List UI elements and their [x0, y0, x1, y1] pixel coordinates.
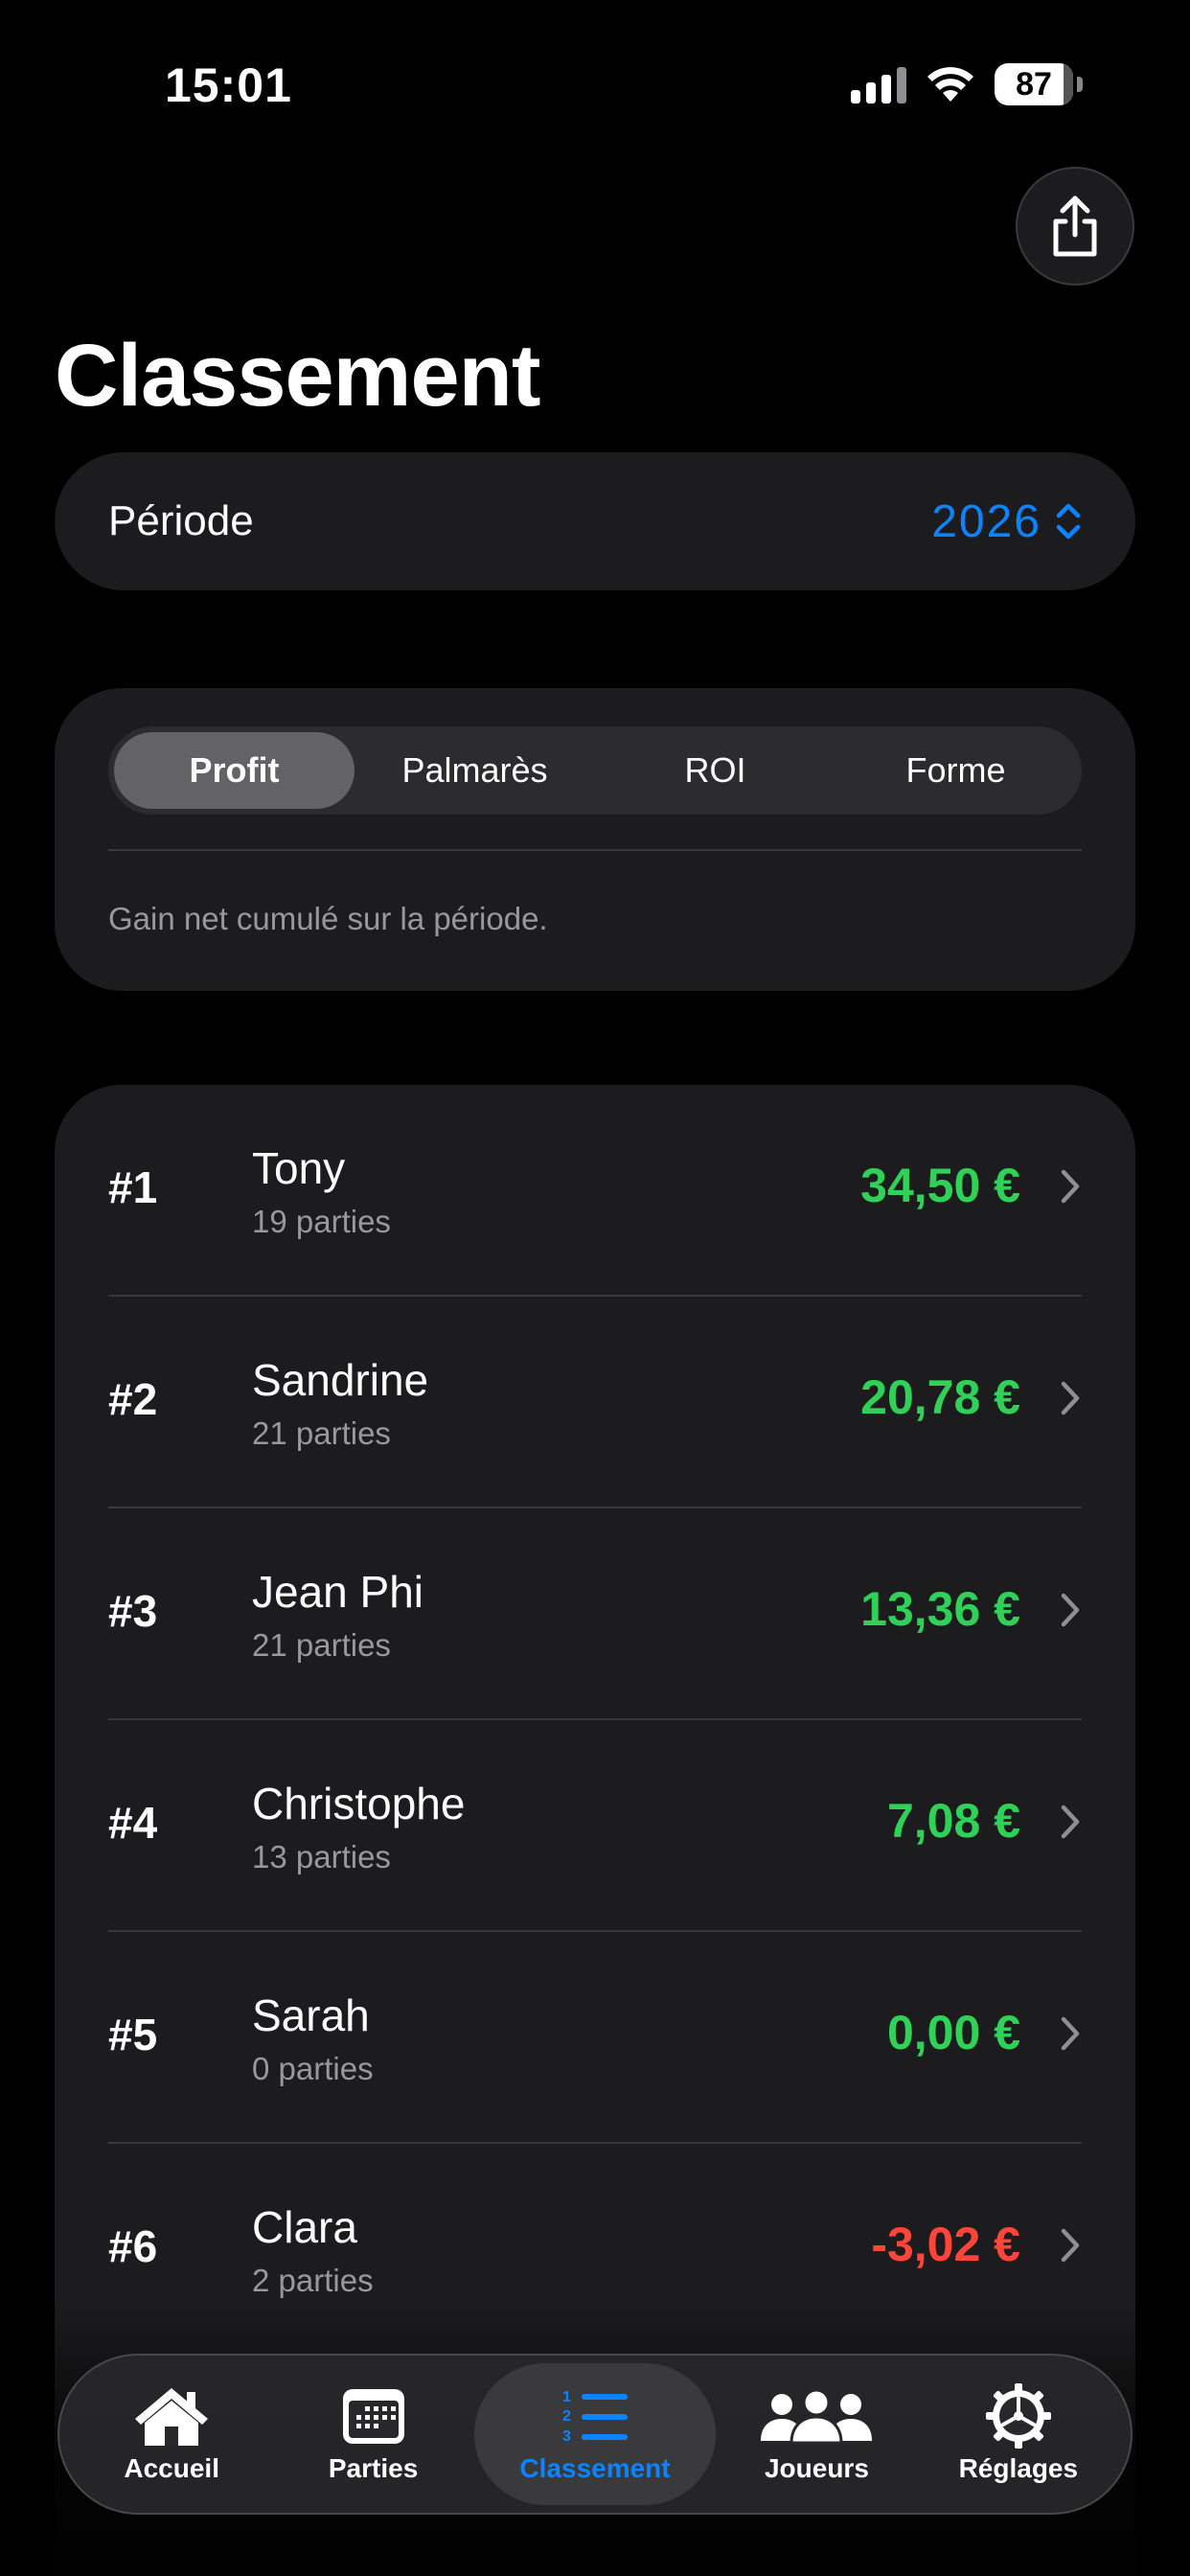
- tab-label: Accueil: [124, 2453, 219, 2483]
- status-indicators: 87: [851, 63, 1083, 105]
- games-count: 19 parties: [252, 1204, 391, 1239]
- chevron-right-icon: [1061, 1593, 1080, 1627]
- period-year: 2026: [931, 495, 1041, 547]
- metric-segmented-control: Profit Palmarès ROI Forme: [108, 726, 1082, 815]
- rank: #2: [108, 1374, 158, 1424]
- rank: #6: [108, 2221, 158, 2271]
- period-value[interactable]: 2026: [931, 495, 1082, 548]
- ranking-row[interactable]: #5 Sarah 0 parties 0,00 €: [55, 1932, 1135, 2144]
- tab-accueil[interactable]: Accueil: [71, 2363, 272, 2505]
- battery-icon: 87: [995, 63, 1083, 105]
- app-screen: 15:01 87 Classement Période 2026 Profit …: [0, 0, 1190, 2576]
- player-name: Tony: [252, 1143, 346, 1193]
- tab-classement[interactable]: 1 2 3 Classement: [473, 2363, 717, 2505]
- rank: #5: [108, 2010, 158, 2059]
- metric-description: Gain net cumulé sur la période.: [108, 901, 548, 936]
- tab-bar: Accueil Parties 1 2 3 Classement Joueurs R…: [57, 2354, 1133, 2515]
- tab-reglages[interactable]: Réglages: [918, 2363, 1119, 2505]
- tab-label: Joueurs: [764, 2453, 869, 2483]
- numbered-list-icon: 1 2 3: [562, 2389, 629, 2445]
- ranking-row[interactable]: #1 Tony 19 parties 34,50 €: [55, 1085, 1135, 1297]
- player-name: Christophe: [252, 1779, 466, 1828]
- rank: #3: [108, 1586, 158, 1636]
- games-count: 21 parties: [252, 1415, 391, 1451]
- segment-profit[interactable]: Profit: [114, 732, 355, 809]
- ranking-row[interactable]: #2 Sandrine 21 parties 20,78 €: [55, 1297, 1135, 1508]
- profit-amount: 7,08 €: [886, 1794, 1020, 1848]
- rank: #4: [108, 1798, 158, 1848]
- profit-amount: 13,36 €: [860, 1582, 1020, 1636]
- period-label: Période: [108, 497, 254, 544]
- games-count: 2 parties: [252, 2263, 374, 2298]
- divider: [108, 849, 1082, 851]
- tab-label: Réglages: [958, 2453, 1079, 2483]
- games-count: 0 parties: [252, 2051, 374, 2086]
- share-icon: [1053, 196, 1097, 257]
- page-title: Classement: [55, 327, 540, 425]
- rank: #1: [108, 1162, 158, 1212]
- chevron-right-icon: [1061, 2016, 1080, 2051]
- player-name: Jean Phi: [252, 1567, 424, 1617]
- cellular-signal-icon: [851, 65, 906, 104]
- svg-text:1: 1: [562, 2389, 571, 2405]
- battery-level: 87: [1016, 65, 1052, 103]
- people-icon: [761, 2388, 873, 2445]
- player-name: Sarah: [252, 1990, 370, 2040]
- tab-label: Classement: [519, 2453, 671, 2483]
- games-count: 21 parties: [252, 1627, 391, 1663]
- player-name: Clara: [252, 2202, 357, 2252]
- gear-icon: [985, 2383, 1051, 2449]
- segment-palmares[interactable]: Palmarès: [355, 732, 595, 809]
- profit-amount: 34,50 €: [860, 1159, 1020, 1212]
- profit-amount: -3,02 €: [871, 2218, 1020, 2271]
- segment-forme[interactable]: Forme: [835, 732, 1076, 809]
- tab-joueurs[interactable]: Joueurs: [716, 2363, 917, 2505]
- profit-amount: 20,78 €: [860, 1370, 1020, 1424]
- profit-amount: 0,00 €: [886, 2006, 1020, 2059]
- games-count: 13 parties: [252, 1839, 391, 1874]
- ranking-row[interactable]: #4 Christophe 13 parties 7,08 €: [55, 1720, 1135, 1932]
- tab-parties[interactable]: Parties: [272, 2363, 473, 2505]
- status-time: 15:01: [165, 58, 292, 112]
- wifi-icon: [927, 67, 973, 102]
- player-name: Sandrine: [252, 1355, 429, 1405]
- chevron-right-icon: [1061, 1805, 1080, 1839]
- share-button[interactable]: [1016, 167, 1134, 286]
- period-selector[interactable]: Période 2026: [55, 452, 1135, 590]
- chevron-right-icon: [1061, 2228, 1080, 2263]
- calendar-icon: [342, 2389, 404, 2444]
- metric-card: Profit Palmarès ROI Forme Gain net cumul…: [55, 688, 1135, 991]
- svg-text:3: 3: [562, 2428, 571, 2445]
- chevron-right-icon: [1061, 1169, 1080, 1204]
- tab-label: Parties: [328, 2453, 419, 2483]
- svg-text:2: 2: [562, 2408, 571, 2425]
- segment-roi[interactable]: ROI: [595, 732, 835, 809]
- chevron-right-icon: [1061, 1381, 1080, 1415]
- ranking-row[interactable]: #3 Jean Phi 21 parties 13,36 €: [55, 1508, 1135, 1720]
- chevron-up-down-icon: [1056, 503, 1081, 540]
- house-icon: [135, 2388, 209, 2446]
